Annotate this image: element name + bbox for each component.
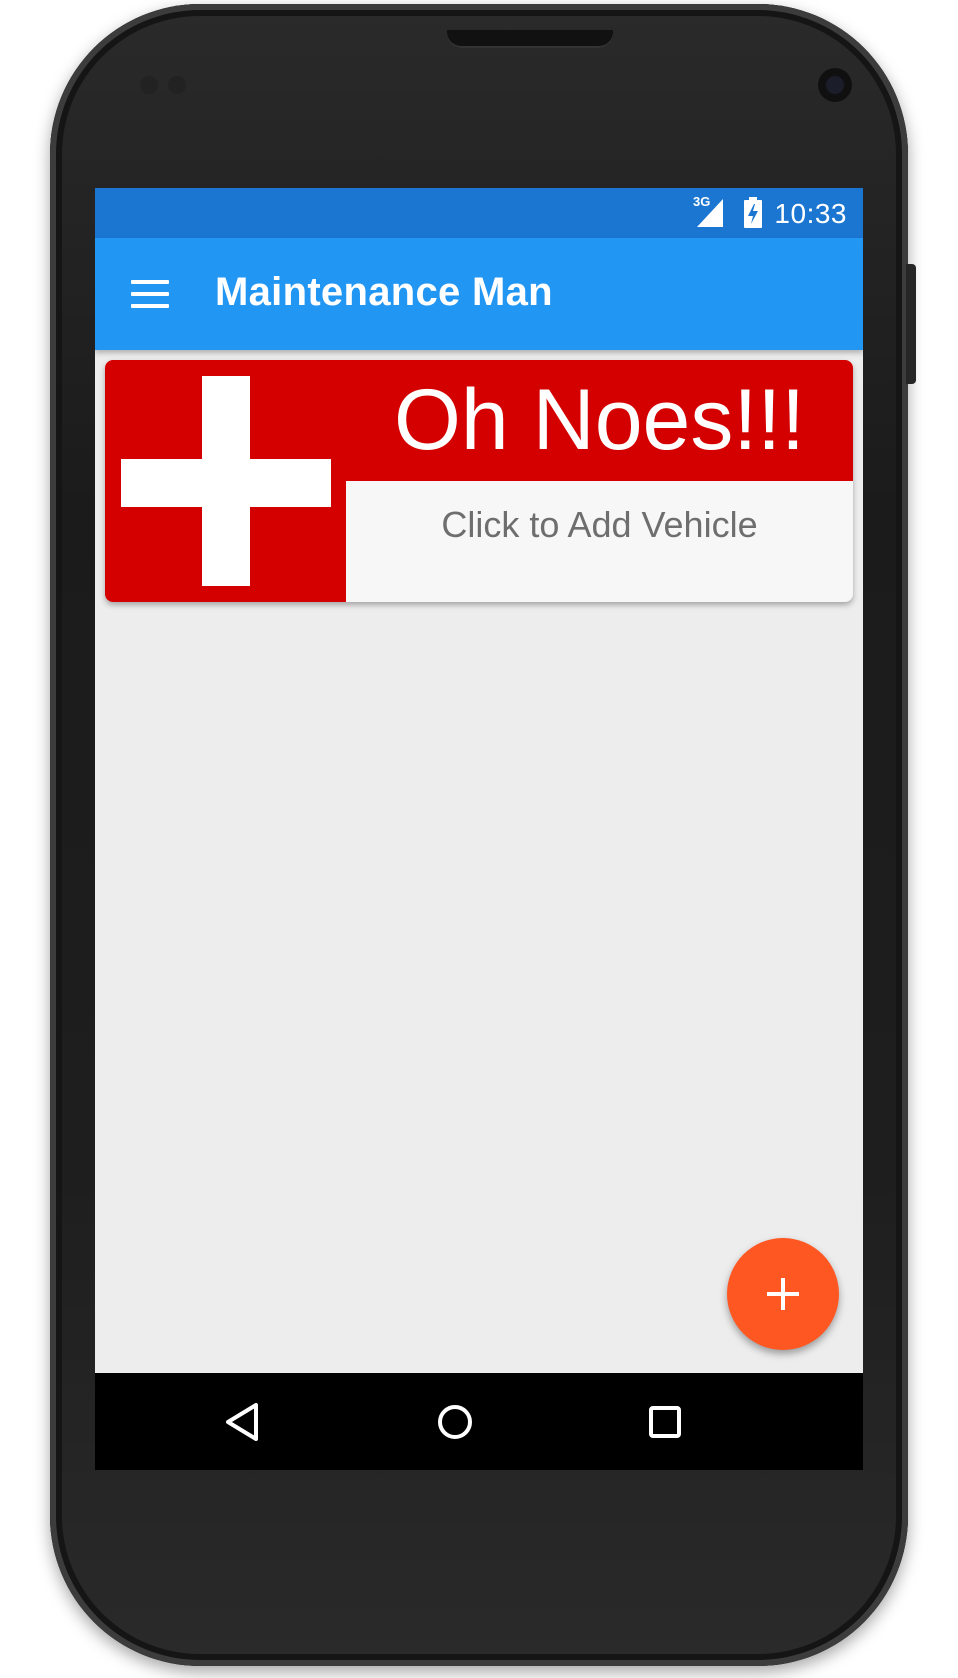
light-sensor	[168, 76, 186, 94]
card-header: Oh Noes!!!	[346, 360, 853, 481]
proximity-sensor	[140, 76, 158, 94]
earpiece-speaker	[447, 30, 613, 48]
status-time: 10:33	[774, 198, 847, 229]
add-vehicle-card[interactable]: Oh Noes!!! Click to Add Vehicle	[105, 360, 853, 602]
front-camera	[818, 68, 852, 102]
app-title: Maintenance Man	[215, 270, 553, 314]
recents-icon[interactable]	[640, 1397, 690, 1447]
card-title: Oh Noes!!!	[393, 372, 806, 468]
battery-charging-icon	[743, 197, 763, 229]
card-subtitle: Click to Add Vehicle	[441, 504, 758, 545]
phone-screen: 3G 10:33 Maintenance Man Oh Noes!!! Clic…	[95, 188, 863, 1470]
hamburger-menu-icon[interactable]	[131, 280, 169, 308]
power-button	[906, 264, 916, 384]
add-vehicle-fab[interactable]	[727, 1238, 839, 1350]
plus-icon	[767, 1278, 799, 1310]
red-cross-icon	[105, 360, 346, 602]
app-toolbar: Maintenance Man	[95, 238, 863, 350]
system-navigation-bar	[95, 1373, 863, 1470]
home-icon[interactable]	[430, 1397, 480, 1447]
back-icon[interactable]	[220, 1397, 270, 1447]
signal-strength-icon: 3G	[693, 194, 727, 229]
device-frame-stage: 3G 10:33 Maintenance Man Oh Noes!!! Clic…	[0, 0, 958, 1678]
status-bar: 3G 10:33	[95, 188, 863, 238]
